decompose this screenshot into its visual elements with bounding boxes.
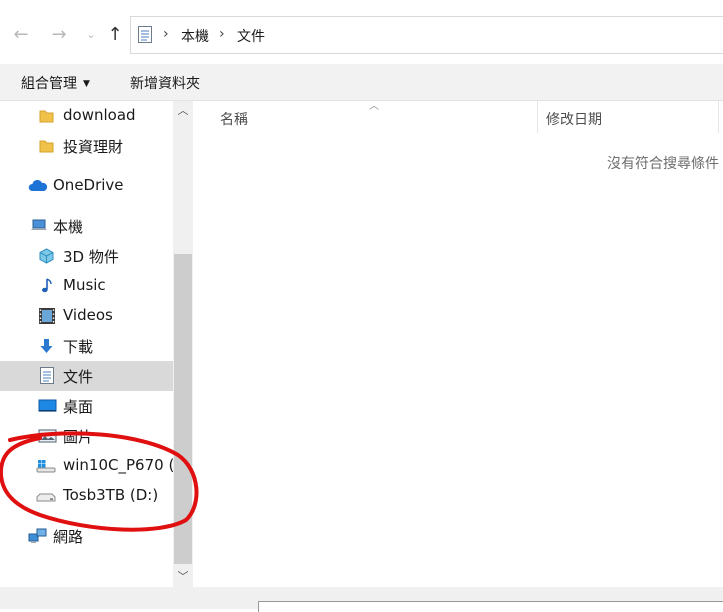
sidebar-item-documents[interactable]: 文件: [0, 361, 173, 391]
status-bar: [0, 587, 723, 612]
caret-down-icon: ▼: [83, 79, 90, 89]
up-arrow-icon[interactable]: ↑: [104, 22, 126, 48]
scroll-down-icon[interactable]: ﹀: [173, 567, 193, 587]
network-icon: [28, 528, 47, 543]
column-header-date-modified[interactable]: 修改日期: [546, 109, 602, 129]
sidebar-item-label: 網路: [53, 528, 84, 546]
folder-icon: [39, 140, 54, 153]
computer-icon: [31, 219, 47, 230]
column-divider[interactable]: [718, 101, 719, 133]
download-arrow-icon: [40, 339, 53, 353]
breadcrumb-this-pc[interactable]: 本機: [181, 26, 209, 46]
folder-icon: [39, 110, 54, 123]
back-arrow-icon[interactable]: ←: [10, 22, 32, 48]
address-row: ← → ⌄ ↑ › 本機 › 文件: [0, 0, 723, 64]
music-note-icon: [42, 278, 52, 293]
document-icon: [138, 26, 152, 43]
sidebar-item-label: 本機: [53, 218, 84, 236]
address-bar[interactable]: › 本機 › 文件: [130, 16, 723, 54]
chevron-right-icon[interactable]: ›: [163, 26, 169, 42]
nav-scrollbar[interactable]: ︿ ﹀: [173, 101, 193, 587]
chevron-right-icon[interactable]: ›: [219, 26, 225, 42]
sidebar-item-videos[interactable]: Videos: [0, 301, 173, 331]
scroll-up-icon[interactable]: ︿: [173, 101, 193, 121]
filename-box[interactable]: [258, 601, 723, 612]
sidebar-item-label: win10C_P670 (: [63, 456, 173, 474]
sidebar-item-downloads[interactable]: 下載: [0, 331, 173, 361]
organize-label: 組合管理: [21, 76, 77, 92]
sidebar-item-label: 下載: [63, 338, 94, 356]
drive-icon: [36, 493, 56, 502]
sidebar-item-label: 圖片: [63, 428, 94, 446]
sidebar-item-drive-c[interactable]: win10C_P670 (: [0, 451, 173, 481]
sidebar-item-label: OneDrive: [53, 176, 124, 194]
desktop-icon: [38, 399, 57, 412]
sidebar-item-download[interactable]: download: [0, 101, 173, 131]
film-icon: [39, 308, 55, 324]
sidebar-item-label: 3D 物件: [63, 248, 119, 266]
sidebar-item-onedrive[interactable]: OneDrive: [0, 171, 173, 201]
sidebar-item-3d-objects[interactable]: 3D 物件: [0, 241, 173, 271]
sidebar-item-label: 桌面: [63, 398, 94, 416]
forward-arrow-icon[interactable]: →: [48, 22, 70, 48]
sidebar-item-label: 投資理財: [63, 138, 124, 156]
sidebar-item-music[interactable]: Music: [0, 271, 173, 301]
sidebar-item-label: download: [63, 106, 136, 124]
sidebar-item-label: Videos: [63, 306, 113, 324]
sidebar-item-drive-d[interactable]: Tosb3TB (D:): [0, 481, 173, 511]
sidebar-item-investment[interactable]: 投資理財: [0, 131, 173, 161]
breadcrumb-documents[interactable]: 文件: [237, 26, 265, 46]
file-list-pane: ︿ 名稱 修改日期 沒有符合搜尋條件: [193, 101, 723, 587]
sidebar-item-network[interactable]: 網路: [0, 521, 173, 551]
organize-button[interactable]: 組合管理 ▼: [21, 73, 90, 93]
column-divider[interactable]: [537, 101, 538, 133]
sidebar-item-label: 文件: [63, 368, 94, 386]
sort-ascending-icon: ︿: [369, 101, 379, 112]
cube-icon: [39, 248, 54, 264]
command-toolbar: 組合管理 ▼ 新增資料夾: [0, 64, 723, 101]
picture-icon: [38, 429, 57, 443]
scroll-thumb[interactable]: [174, 254, 192, 564]
document-icon: [40, 367, 54, 384]
new-folder-button[interactable]: 新增資料夾: [130, 73, 200, 93]
navigation-pane: download 投資理財 OneDrive 本機 3D 物件 Music Vi…: [0, 101, 173, 587]
empty-result-message: 沒有符合搜尋條件: [607, 156, 719, 172]
chevron-down-icon[interactable]: ⌄: [80, 22, 102, 48]
sidebar-item-desktop[interactable]: 桌面: [0, 391, 173, 421]
column-header-name[interactable]: 名稱: [220, 109, 248, 129]
windows-drive-icon: [36, 460, 56, 473]
sidebar-item-this-pc[interactable]: 本機: [0, 211, 173, 241]
sidebar-item-label: Music: [63, 276, 106, 294]
sidebar-item-pictures[interactable]: 圖片: [0, 421, 173, 451]
sidebar-item-label: Tosb3TB (D:): [63, 486, 159, 504]
cloud-icon: [28, 179, 48, 191]
